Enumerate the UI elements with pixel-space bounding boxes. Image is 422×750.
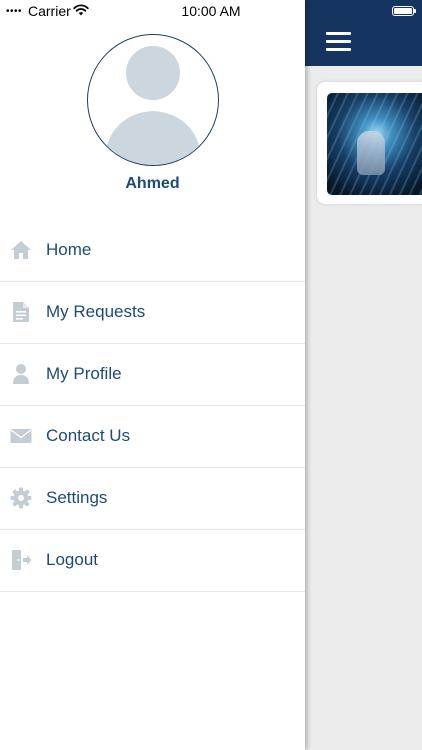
menu-item-label: Logout xyxy=(46,550,98,569)
card-image xyxy=(327,93,422,195)
main-app-screen xyxy=(305,0,422,750)
status-bar: •••• Carrier 10:00 AM xyxy=(0,0,305,22)
document-icon xyxy=(10,301,32,323)
envelope-icon xyxy=(10,425,32,447)
avatar[interactable] xyxy=(87,34,219,166)
person-icon xyxy=(10,363,32,385)
menu-item-label: Settings xyxy=(46,488,108,507)
menu-item-label: My Requests xyxy=(46,302,146,321)
home-icon xyxy=(10,239,32,261)
logout-icon xyxy=(10,549,32,571)
menu-item-contact-us[interactable]: Contact Us xyxy=(0,406,305,468)
content-card[interactable] xyxy=(317,82,422,204)
menu-item-label: Contact Us xyxy=(46,426,131,445)
username: Ahmed xyxy=(125,175,180,192)
menu-item-my-profile[interactable]: My Profile xyxy=(0,344,305,406)
hamburger-menu-icon[interactable] xyxy=(326,32,351,52)
menu-item-label: Home xyxy=(46,240,92,259)
menu-item-settings[interactable]: Settings xyxy=(0,468,305,530)
status-time: 10:00 AM xyxy=(181,3,241,19)
menu-item-my-requests[interactable]: My Requests xyxy=(0,282,305,344)
side-drawer: •••• Carrier 10:00 AM Ahmed Home My Requ… xyxy=(0,0,305,750)
user-silhouette-icon xyxy=(104,46,202,165)
drawer-menu: Home My Requests My Profile Contact Us S… xyxy=(0,220,305,592)
menu-item-logout[interactable]: Logout xyxy=(0,530,305,592)
menu-item-label: My Profile xyxy=(46,364,122,383)
gear-icon xyxy=(10,487,32,509)
menu-item-home[interactable]: Home xyxy=(0,220,305,282)
